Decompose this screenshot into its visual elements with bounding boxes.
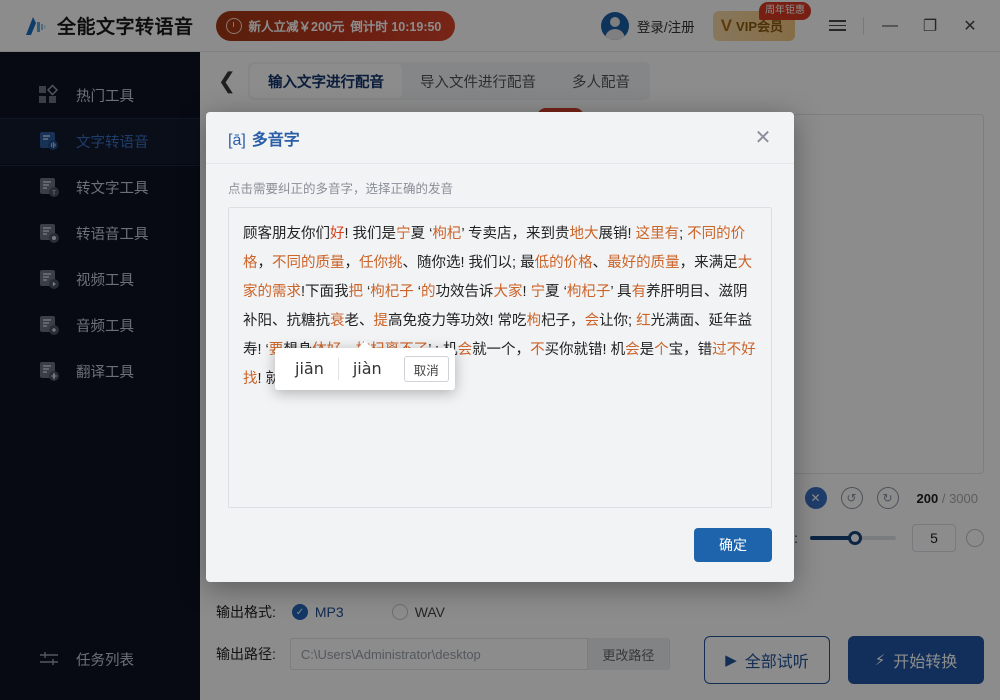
cancel-button[interactable]: 取消 xyxy=(403,356,449,382)
pronunciation-option[interactable]: jiān xyxy=(281,348,338,390)
pronunciation-popup: jiān jiàn 取消 xyxy=(275,341,455,390)
dialog-title-pinyin: [ā] xyxy=(228,131,246,149)
confirm-button[interactable]: 确定 xyxy=(694,528,772,562)
dialog-footer: 确定 xyxy=(206,508,794,582)
dialog-header: [ā] 多音字 ✕ xyxy=(206,112,794,164)
dialog-title-text: 多音字 xyxy=(251,131,300,149)
polyphone-dialog: [ā] 多音字 ✕ 点击需要纠正的多音字，选择正确的发音 顾客朋友你们好! 我们是… xyxy=(206,112,794,582)
pronunciation-option[interactable]: jiàn xyxy=(339,348,396,390)
dialog-hint: 点击需要纠正的多音字，选择正确的发音 xyxy=(228,182,454,196)
close-icon[interactable]: ✕ xyxy=(750,125,776,151)
dialog-title: [ā] 多音字 xyxy=(228,126,300,150)
app-window: 全能文字转语音 新人立减￥200元 倒计时 10:19:50 登录/注册 V V… xyxy=(0,0,1000,700)
